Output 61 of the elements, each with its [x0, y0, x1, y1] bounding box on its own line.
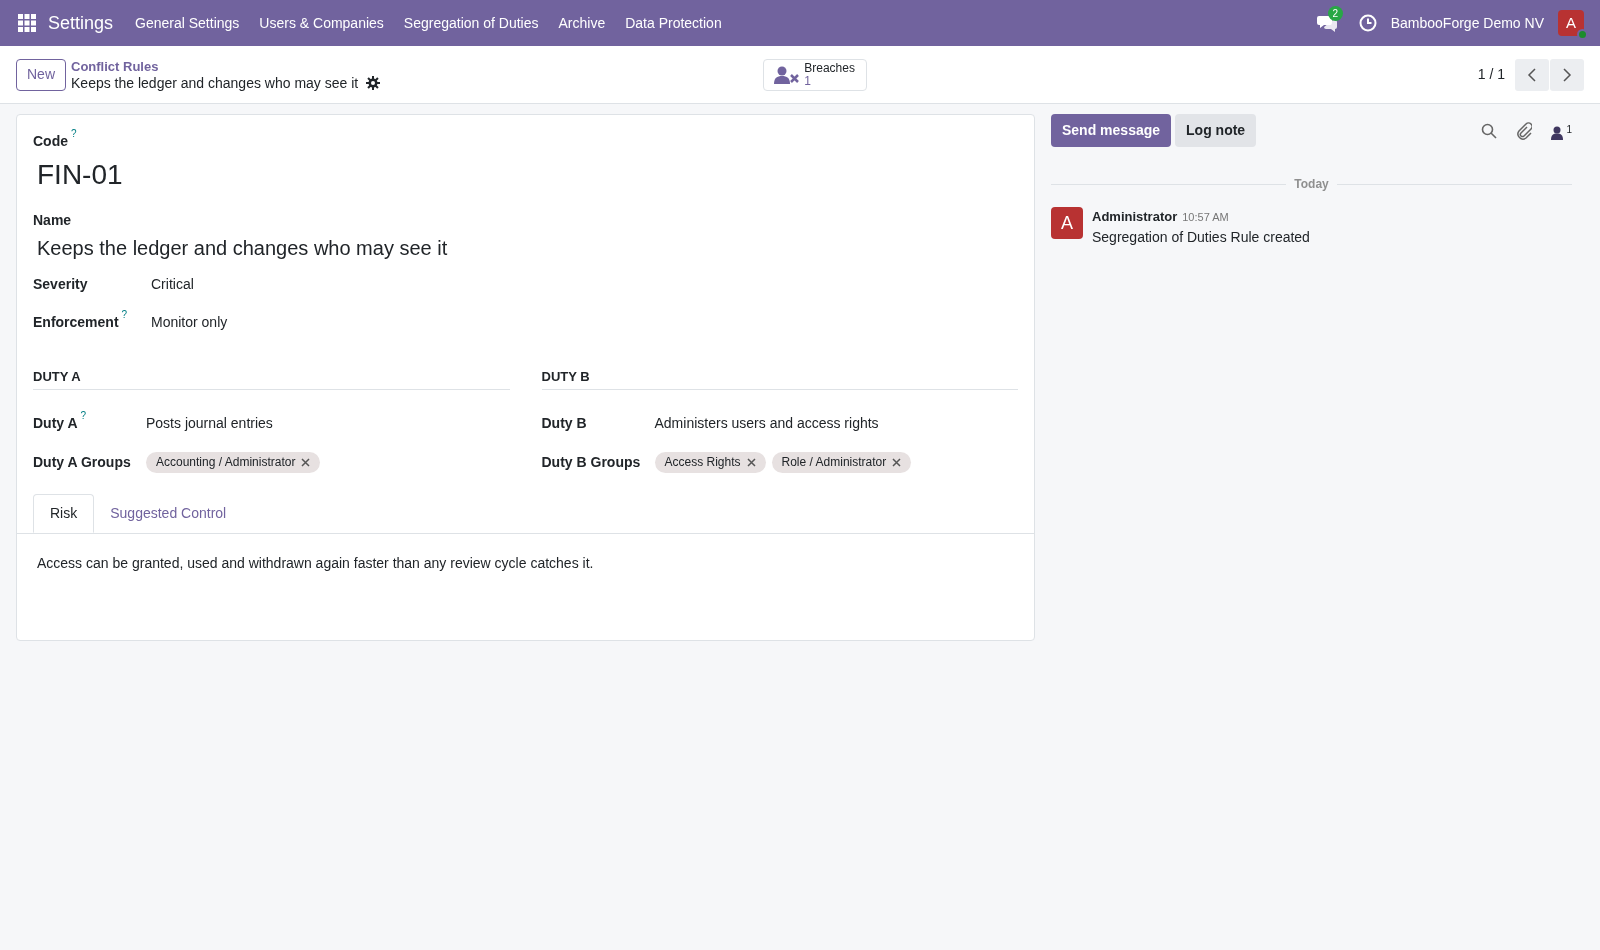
- menu-item[interactable]: Users & Companies: [249, 12, 394, 34]
- app-name[interactable]: Settings: [48, 9, 114, 37]
- field-value[interactable]: Critical: [151, 273, 194, 295]
- user-remove-icon: [774, 65, 801, 84]
- field-label: Duty B Groups: [541, 452, 641, 472]
- chevron-right-icon: [1550, 58, 1584, 91]
- field-label: Duty B: [541, 413, 587, 433]
- button-label: Breaches: [804, 61, 855, 75]
- menu-item[interactable]: Archive: [548, 12, 616, 34]
- person-icon: [1551, 125, 1564, 140]
- company-name[interactable]: BambooForge Demo NV: [1390, 12, 1544, 34]
- help-icon[interactable]: ?: [121, 309, 128, 320]
- field-value[interactable]: Monitor only: [151, 311, 228, 333]
- menu-item[interactable]: Data Protection: [615, 12, 732, 34]
- log-note-button[interactable]: Log note: [1175, 114, 1257, 147]
- date-separator: Today: [1294, 176, 1329, 193]
- risk-text: Access can be granted, used and withdrawn again faster than any review cycle catches it.: [36, 553, 595, 573]
- tag[interactable]: Accounting / Administrator: [146, 451, 321, 473]
- group-heading: DUTY B: [541, 367, 1018, 390]
- breach-count: 1: [804, 74, 811, 88]
- field-value[interactable]: Posts journal entries: [146, 412, 273, 434]
- field-label: Duty A: [33, 413, 78, 433]
- follower-count[interactable]: 1: [1566, 121, 1572, 137]
- tag[interactable]: Role / Administrator: [771, 451, 912, 473]
- help-icon[interactable]: ?: [80, 410, 87, 421]
- breadcrumb-link[interactable]: Conflict Rules: [71, 58, 381, 75]
- count-badge: 2: [1327, 6, 1343, 21]
- field-label: Code: [33, 132, 68, 151]
- group-heading: DUTY A: [33, 367, 510, 390]
- remove-icon: [301, 457, 311, 467]
- code-field[interactable]: FIN-01: [33, 154, 1018, 196]
- gear-icon: [366, 75, 381, 90]
- author-name[interactable]: Administrator: [1092, 207, 1178, 227]
- breaches-button[interactable]: Breaches 1: [763, 58, 868, 91]
- field-label: Enforcement: [33, 312, 119, 332]
- menu-item[interactable]: Segregation of Duties: [393, 12, 549, 34]
- remove-icon: [746, 457, 756, 467]
- tab[interactable]: Risk: [33, 493, 95, 533]
- name-field[interactable]: Keeps the ledger and changes who may see it: [33, 233, 1018, 263]
- search-icon: [1481, 122, 1498, 139]
- tag[interactable]: Access Rights: [654, 451, 766, 473]
- field-label: Severity: [33, 274, 88, 294]
- user-avatar[interactable]: A: [1558, 10, 1584, 36]
- chevron-left-icon: [1515, 58, 1549, 91]
- message-body: Segregation of Duties Rule created: [1092, 227, 1310, 247]
- help-icon[interactable]: ?: [71, 129, 77, 139]
- author-avatar: A: [1051, 207, 1083, 239]
- menu-item[interactable]: General Settings: [125, 12, 250, 34]
- record-title: Keeps the ledger and changes who may see it: [71, 74, 359, 91]
- pager-value: 1 / 1: [1477, 65, 1505, 84]
- apps-menu-icon: [18, 14, 36, 32]
- clock-icon: [1358, 14, 1377, 32]
- send-message-button[interactable]: Send message: [1051, 114, 1172, 147]
- paperclip-icon: [1516, 121, 1533, 140]
- tab[interactable]: Suggested Control: [94, 493, 243, 533]
- remove-icon: [892, 457, 902, 467]
- field-label: Name: [33, 211, 72, 230]
- new-button[interactable]: New: [16, 58, 66, 91]
- message-time: 10:57 AM: [1182, 210, 1229, 225]
- field-value[interactable]: Administers users and access rights: [654, 412, 879, 434]
- field-label: Duty A Groups: [33, 452, 131, 472]
